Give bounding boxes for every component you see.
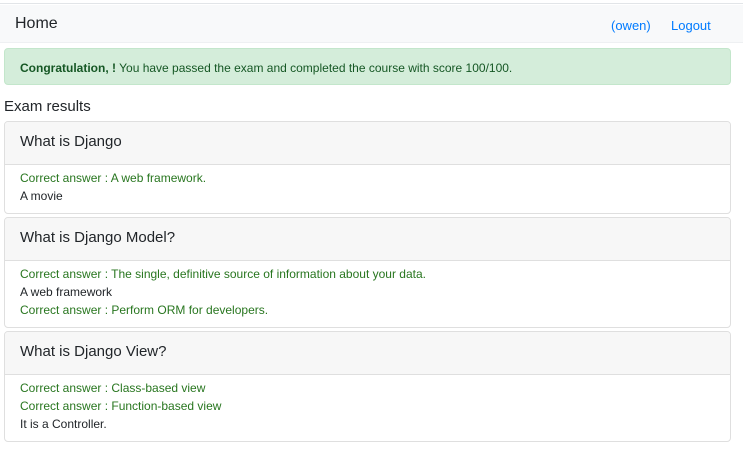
question-card: What is Django View? Correct answer : Cl…: [4, 331, 731, 442]
question-answers: Correct answer : The single, definitive …: [5, 261, 730, 319]
navbar: Home (owen) Logout: [0, 5, 743, 43]
user-link[interactable]: (owen): [611, 18, 651, 33]
home-link[interactable]: Home: [15, 15, 58, 33]
success-alert: Congratulation, ! You have passed the ex…: [4, 48, 731, 85]
question-title: What is Django: [5, 122, 730, 165]
answer-correct: Correct answer : Class-based view: [20, 381, 206, 395]
question-answers: Correct answer : A web framework. A movi…: [5, 165, 730, 205]
page: Home (owen) Logout Congratulation, ! You…: [0, 0, 743, 461]
answer-correct: Correct answer : A web framework.: [20, 171, 207, 185]
answer-selected: A movie: [20, 189, 63, 203]
question-title: What is Django Model?: [5, 218, 730, 261]
answer-correct: Correct answer : Function-based view: [20, 399, 222, 413]
question-card: What is Django Correct answer : A web fr…: [4, 121, 731, 214]
question-answers: Correct answer : Class-based view Correc…: [5, 375, 730, 433]
question-card: What is Django Model? Correct answer : T…: [4, 217, 731, 328]
question-title: What is Django View?: [5, 332, 730, 375]
answer-correct: Correct answer : The single, definitive …: [20, 267, 426, 281]
logout-link[interactable]: Logout: [671, 18, 711, 33]
answer-correct: Correct answer : Perform ORM for develop…: [20, 303, 269, 317]
top-border: [0, 0, 743, 4]
alert-strong: Congratulation, !: [20, 61, 116, 75]
alert-text: You have passed the exam and completed t…: [116, 61, 513, 75]
answer-selected: It is a Controller.: [20, 417, 107, 431]
exam-results-heading: Exam results: [4, 98, 91, 115]
answer-selected: A web framework: [20, 285, 113, 299]
